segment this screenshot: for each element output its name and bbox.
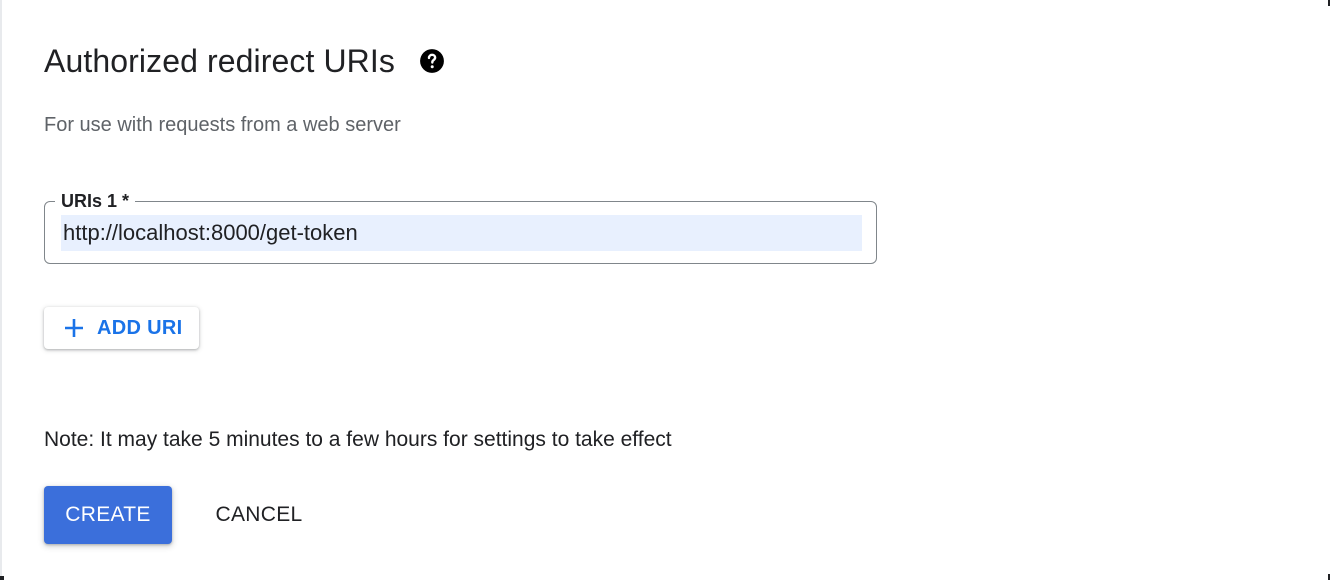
redirect-uris-panel: Authorized redirect URIs For use with re… xyxy=(0,0,1330,580)
corner-mark-bottom-left xyxy=(0,576,4,580)
plus-icon xyxy=(62,316,86,340)
add-uri-label: ADD URI xyxy=(97,316,183,339)
left-divider xyxy=(0,0,2,580)
settings-note: Note: It may take 5 minutes to a few hou… xyxy=(44,428,672,451)
section-header: Authorized redirect URIs xyxy=(44,40,445,82)
uri-field-label: URIs 1 * xyxy=(55,189,136,213)
uri-input[interactable] xyxy=(61,215,862,251)
add-uri-button[interactable]: ADD URI xyxy=(44,307,199,349)
uri-field: URIs 1 * xyxy=(44,189,877,264)
section-title: Authorized redirect URIs xyxy=(44,43,395,79)
create-button[interactable]: CREATE xyxy=(44,486,172,544)
section-subtitle: For use with requests from a web server xyxy=(44,114,401,136)
cancel-button[interactable]: CANCEL xyxy=(196,486,322,544)
help-circle-icon[interactable] xyxy=(419,48,445,74)
